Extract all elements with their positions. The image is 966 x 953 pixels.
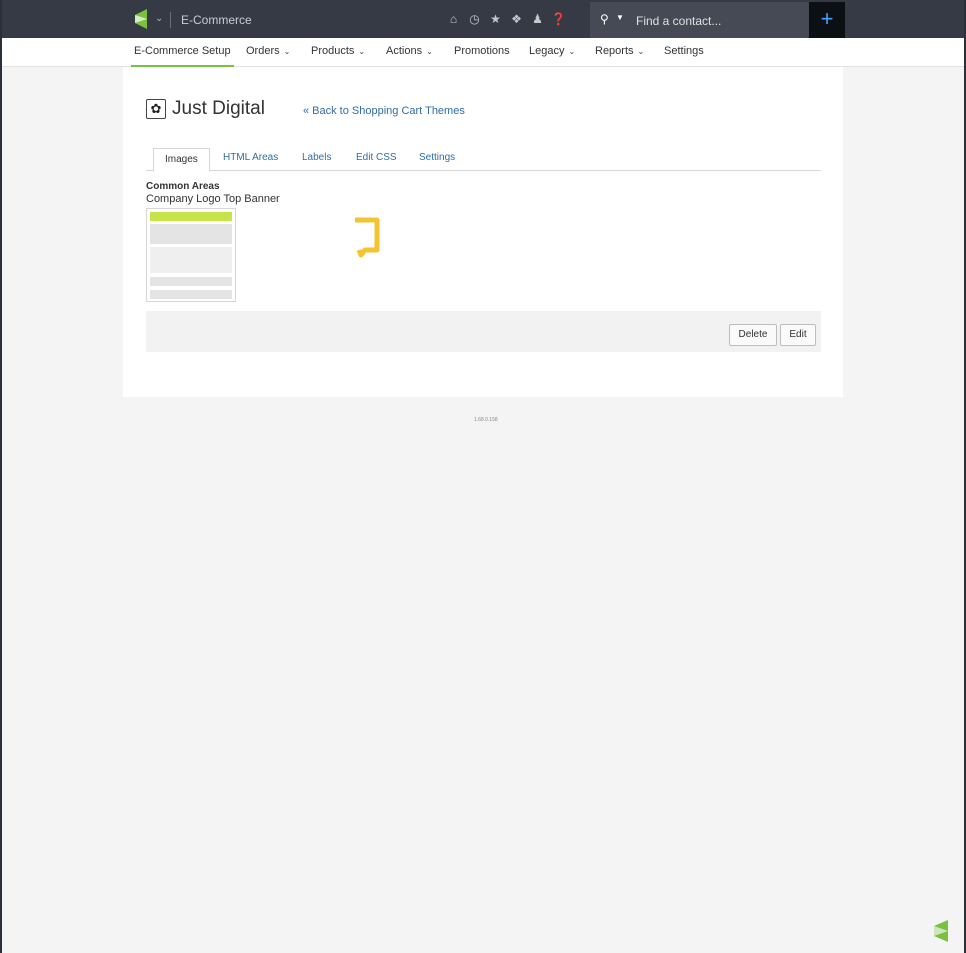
user-icon[interactable]: ♟ [530,11,545,27]
nav-item-orders[interactable]: Orders ⌄ [246,38,290,66]
nav-item-label: Products [311,45,355,57]
star-icon[interactable]: ★ [488,11,503,27]
search-scope-caret-icon[interactable]: ▼ [616,13,624,22]
nav-item-label: Actions [386,45,423,57]
nav-item-label: E-Commerce Setup [134,45,231,57]
thumbnail-banner-block [150,212,232,221]
topbar-icon-group: ⌂ ◷ ★ ❖ ♟ ❓ [446,11,566,27]
corner-logo-icon [934,920,948,942]
theme-tabs: Images HTML Areas Labels Edit CSS Settin… [146,147,821,172]
back-to-themes-link[interactable]: « Back to Shopping Cart Themes [303,105,465,117]
app-name: E-Commerce [181,13,252,27]
chevron-down-icon: ⌄ [568,47,576,56]
help-icon[interactable]: ❓ [551,11,566,27]
nav-item-label: Orders [246,45,280,57]
chevron-down-icon: ⌄ [426,47,433,56]
chevron-down-icon: ⌄ [358,47,366,56]
topbar-divider [170,12,171,28]
section-heading: Common Areas [146,181,220,192]
nav-item-reports[interactable]: Reports ⌄ [595,38,644,66]
tab-images[interactable]: Images [153,148,210,172]
nav-item-label: Reports [595,45,634,57]
delete-button[interactable]: Delete [729,324,777,346]
chevron-down-icon: ⌄ [283,47,291,56]
main-nav: E-Commerce Setup Orders ⌄ Products ⌄ Actio… [2,38,964,67]
thumbnail-block [150,290,232,299]
banner-layout-thumbnail[interactable] [146,208,236,302]
nav-item-promotions[interactable]: Promotions [454,38,510,66]
contact-search: ⚲ ▼ [590,2,809,38]
action-bar: Delete Edit [146,311,821,352]
nav-item-label: Legacy [529,45,565,57]
edit-button[interactable]: Edit [780,324,816,346]
area-label: Company Logo Top Banner [146,193,280,205]
chevron-down-icon: ⌄ [637,47,645,56]
version-label: 1.68.0.158 [474,417,498,423]
tab-settings[interactable]: Settings [419,147,455,169]
content-panel: ✿ Just Digital « Back to Shopping Cart T… [123,67,843,397]
nav-item-products[interactable]: Products ⌄ [311,38,365,66]
add-button[interactable]: + [809,2,845,38]
tab-html-areas[interactable]: HTML Areas [223,147,278,169]
nav-item-legacy[interactable]: Legacy ⌄ [529,38,575,66]
window-frame-left [0,0,2,953]
home-icon[interactable]: ⌂ [446,11,461,27]
nav-item-label: Promotions [454,45,510,57]
tab-edit-css[interactable]: Edit CSS [356,147,397,169]
thumbnail-block [150,247,232,273]
app-logo-icon[interactable] [133,9,153,29]
page-title: Just Digital [172,98,265,119]
history-icon[interactable]: ◷ [467,11,482,27]
top-bar: ⌄ E-Commerce ⌂ ◷ ★ ❖ ♟ ❓ ⚲ ▼ + [2,0,964,38]
nav-item-label: Settings [664,45,704,57]
search-icon[interactable]: ⚲ [600,12,609,26]
nav-item-actions[interactable]: Actions ⌄ [386,38,433,66]
thumbnail-block [150,224,232,244]
loading-spinner-icon [355,217,380,258]
nav-item-settings[interactable]: Settings [664,38,704,66]
thumbnail-block [150,277,232,286]
tag-icon[interactable]: ❖ [509,11,524,27]
nav-item-ecommerce-setup[interactable]: E-Commerce Setup [131,38,234,67]
theme-flower-icon: ✿ [146,99,166,119]
tab-labels[interactable]: Labels [302,147,331,169]
app-switcher-chevron-icon[interactable]: ⌄ [155,13,163,24]
search-input[interactable] [634,11,798,31]
